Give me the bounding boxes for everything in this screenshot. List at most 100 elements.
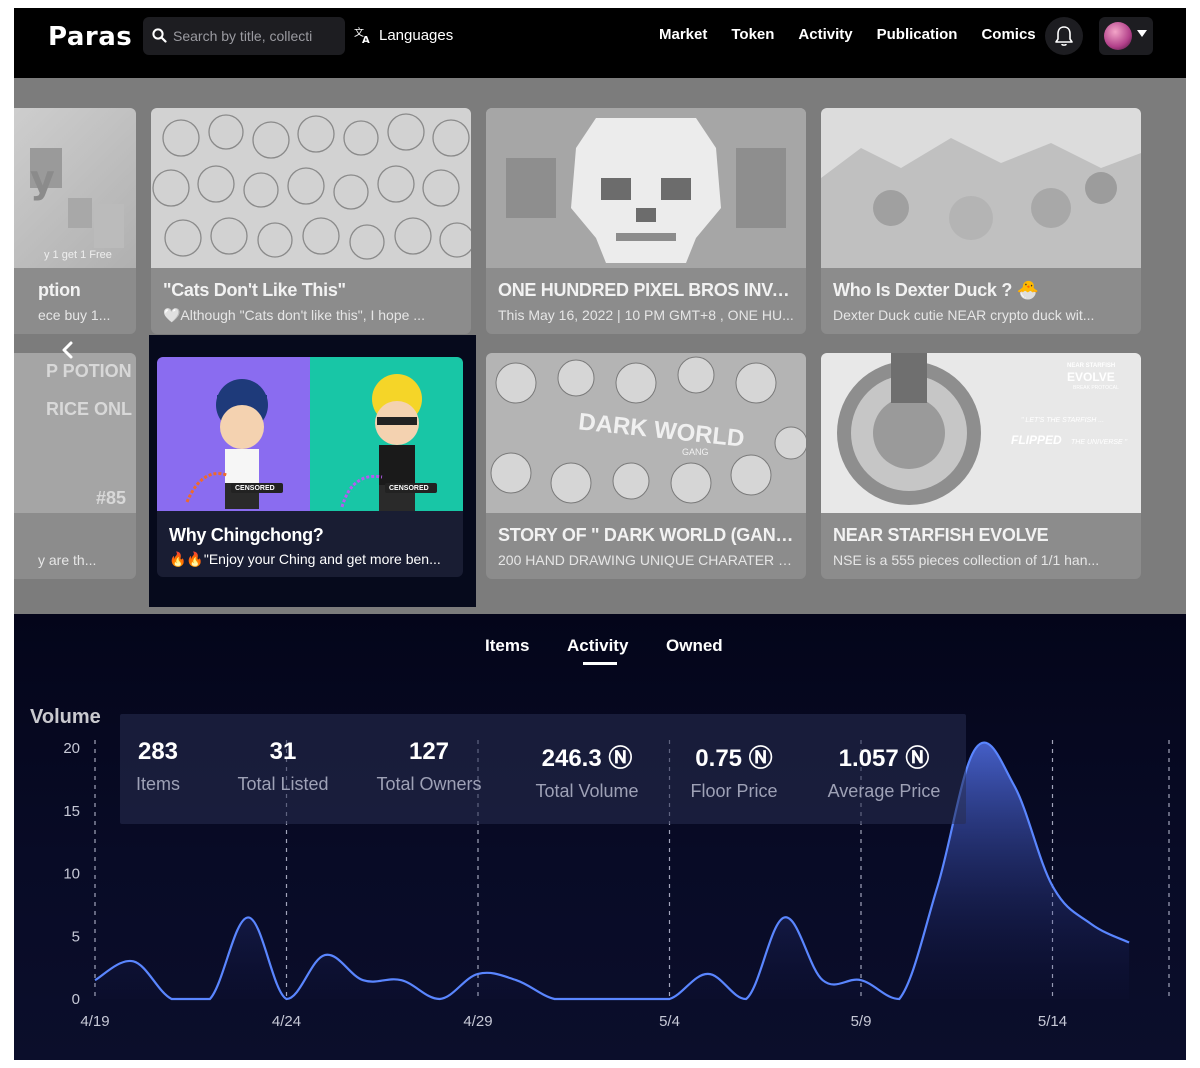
languages-label: Languages — [379, 26, 454, 44]
translate-icon: 文 A — [354, 26, 370, 44]
x-tick-label: 5/14 — [1038, 1013, 1067, 1030]
nav-token[interactable]: Token — [731, 26, 774, 43]
stat-label: Total Listed — [237, 774, 329, 794]
svg-text:y: y — [30, 157, 55, 201]
stat-label: Floor Price — [690, 781, 778, 801]
x-tick-label: 5/4 — [659, 1013, 680, 1030]
publication-carousel: y y 1 get 1 Free ption ece buy 1... "Cat… — [14, 78, 1186, 614]
search-box[interactable] — [143, 17, 345, 55]
x-tick-label: 4/24 — [272, 1013, 301, 1030]
stat-value: 31 — [269, 738, 297, 765]
publication-card[interactable]: DARK WORLD GANG STORY OF " DARK WORLD (G… — [486, 353, 806, 579]
card-image — [486, 108, 806, 268]
search-input[interactable] — [173, 25, 329, 47]
nav-market[interactable]: Market — [659, 26, 707, 43]
svg-text:A: A — [362, 35, 370, 44]
card-title: ption — [38, 280, 81, 300]
profile-menu[interactable] — [1099, 17, 1153, 55]
card-overlay-text: P POTION — [46, 361, 132, 381]
nav-activity[interactable]: Activity — [798, 26, 852, 43]
card-image: CENSORED CENSORED — [157, 357, 463, 511]
chevron-left-icon[interactable] — [58, 340, 78, 360]
card-description: 🤍Although "Cats don't like this", I hope… — [163, 307, 425, 323]
y-tick-label: 10 — [63, 866, 80, 883]
card-image: y y 1 get 1 Free — [14, 108, 136, 268]
y-tick-label: 0 — [72, 991, 80, 1008]
card-description: 200 HAND DRAWING UNIQUE CHARATER OF ... — [498, 552, 796, 568]
card-artwork — [152, 113, 471, 260]
stat-label: Total Owners — [376, 774, 482, 794]
brand-small-text: NEAR STARFISH — [1067, 363, 1116, 369]
stat-value: 0.75 Ⓝ — [695, 745, 773, 772]
publication-card[interactable]: Who Is Dexter Duck ? 🐣 Dexter Duck cutie… — [821, 108, 1141, 334]
stat-floor-price: 0.75 Ⓝ Floor Price — [680, 714, 788, 802]
card-image: DARK WORLD GANG — [486, 353, 806, 513]
stat-value: 127 — [408, 738, 450, 765]
x-tick-label: 4/29 — [463, 1013, 492, 1030]
top-navbar: Paras 文 A Languages Market Token Activit… — [14, 8, 1186, 78]
chart-title: Volume — [30, 706, 101, 728]
censored-badge: CENSORED — [389, 485, 429, 492]
y-tick-label: 5 — [72, 928, 80, 945]
brand-text: EVOLVE — [1067, 370, 1115, 384]
card-artwork — [486, 108, 806, 268]
card-artwork: y — [30, 148, 124, 248]
publication-card[interactable]: y y 1 get 1 Free ption ece buy 1... — [14, 108, 136, 334]
highlighted-card-frame: CENSORED CENSORED Why Chingchong? 🔥🔥"Enj… — [149, 335, 476, 607]
card-image — [151, 108, 471, 268]
languages-button[interactable]: 文 A Languages — [354, 26, 453, 44]
publication-card[interactable]: "Cats Don't Like This" 🤍Although "Cats d… — [151, 108, 471, 334]
stat-total-owners: 127 Total Owners — [366, 714, 492, 795]
card-description: This May 16, 2022 | 10 PM GMT+8 , ONE HU… — [498, 307, 794, 323]
y-tick-label: 20 — [63, 740, 80, 757]
card-image — [821, 108, 1141, 268]
nav-publication[interactable]: Publication — [877, 26, 958, 43]
stat-average-price: 1.057 Ⓝ Average Price — [814, 714, 954, 802]
stat-items: 283 Items — [120, 714, 196, 795]
card-title: NEAR STARFISH EVOLVE — [833, 525, 1049, 545]
publication-card[interactable]: P POTION RICE ONL #85 y are th... — [14, 353, 136, 579]
stat-label: Items — [135, 774, 180, 794]
paras-logo[interactable]: Paras — [48, 22, 132, 52]
stat-value: 1.057 Ⓝ — [838, 745, 930, 772]
card-description: NSE is a 555 pieces collection of 1/1 ha… — [833, 552, 1100, 568]
card-title: ONE HUNDRED PIXEL BROS INVADIN... — [498, 280, 796, 300]
volume-chart: 0 5 10 15 20 4/19 4/24 4/29 5/4 5/9 5/14 — [63, 740, 1170, 1030]
card-overlay-text: #85 — [96, 488, 127, 508]
card-image: P POTION RICE ONL #85 — [14, 353, 136, 513]
chevron-down-icon — [1137, 30, 1147, 37]
card-title: Why Chingchong? — [169, 525, 324, 545]
card-overlay-text: RICE ONL — [46, 399, 133, 419]
avatar — [1104, 22, 1132, 50]
card-title: Who Is Dexter Duck ? 🐣 — [833, 280, 1039, 300]
bell-icon — [1055, 26, 1073, 46]
nav-comics[interactable]: Comics — [981, 26, 1035, 43]
card-title: STORY OF " DARK WORLD (GANG) " — [498, 525, 796, 545]
card-description: 🔥🔥"Enjoy your Ching and get more ben... — [169, 551, 441, 567]
y-tick-label: 15 — [63, 803, 80, 820]
card-overlay-text: y 1 get 1 Free — [44, 249, 112, 261]
brand-sub-text: BREAK PROTOCAL — [1073, 385, 1119, 391]
censored-badge: CENSORED — [235, 485, 275, 492]
card-description: ece buy 1... — [38, 307, 111, 323]
publication-card[interactable]: NEAR STARFISH EVOLVE BREAK PROTOCAL " LE… — [821, 353, 1141, 579]
stat-total-volume: 246.3 Ⓝ Total Volume — [520, 714, 654, 802]
publication-card-highlighted[interactable]: CENSORED CENSORED Why Chingchong? 🔥🔥"Enj… — [157, 357, 463, 577]
card-title: "Cats Don't Like This" — [163, 280, 346, 300]
x-tick-label: 4/19 — [80, 1013, 109, 1030]
search-icon — [152, 28, 167, 43]
main-nav: Market Token Activity Publication Comics — [659, 26, 1060, 43]
collection-stats-panel: 283 Items 31 Total Listed 127 Total Owne… — [120, 714, 966, 824]
x-tick-label: 5/9 — [851, 1013, 872, 1030]
card-artwork — [821, 138, 1141, 268]
notifications-button[interactable] — [1045, 17, 1083, 55]
publication-card[interactable]: ONE HUNDRED PIXEL BROS INVADIN... This M… — [486, 108, 806, 334]
stat-value: 283 — [137, 738, 179, 765]
app-window: Paras 文 A Languages Market Token Activit… — [14, 8, 1186, 1060]
quote-text: FLIPPED — [1011, 433, 1062, 447]
quote-text: THE UNIVERSE " — [1071, 439, 1128, 446]
collection-activity-section: Items Activity Owned 0 5 10 15 20 4/19 4/24 4/2… — [14, 614, 1186, 1060]
card-description: y are th... — [38, 552, 97, 568]
card-overlay-text: GANG — [682, 447, 709, 457]
stat-total-listed: 31 Total Listed — [218, 714, 348, 795]
